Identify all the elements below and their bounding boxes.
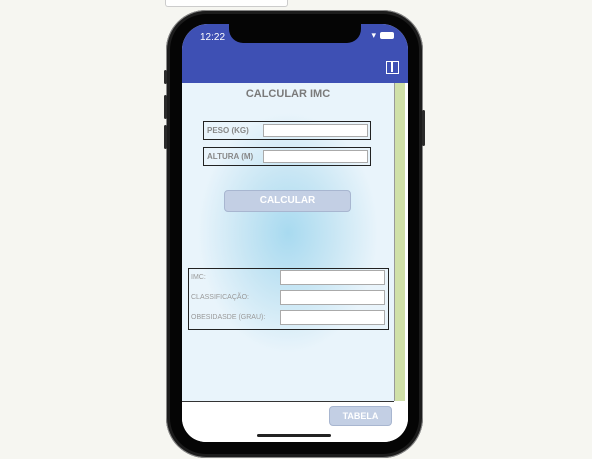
window-strip — [165, 0, 288, 7]
obesity-output[interactable] — [280, 310, 385, 325]
result-row: CLASSIFICAÇÃO: — [189, 290, 388, 306]
height-label: ALTURA (M) — [207, 152, 254, 161]
height-input[interactable] — [263, 150, 368, 163]
book-icon[interactable] — [386, 61, 399, 74]
status-icons: ▾ — [371, 30, 394, 41]
power-button — [422, 110, 425, 146]
volume-down-button — [164, 125, 167, 149]
imc-label: IMC: — [191, 274, 206, 281]
obesity-label: OBESIDASDE (GRAU): — [191, 314, 266, 321]
results-panel: IMC: CLASSIFICAÇÃO: OBESIDASDE (GRAU): — [188, 268, 389, 330]
battery-icon — [380, 32, 394, 39]
height-row: ALTURA (M) — [203, 147, 371, 166]
status-time: 12:22 — [200, 32, 226, 43]
imc-output[interactable] — [280, 270, 385, 285]
weight-row: PESO (KG) — [203, 121, 371, 140]
table-button[interactable]: TABELA — [329, 406, 392, 426]
result-row: IMC: — [189, 270, 388, 286]
weight-label: PESO (KG) — [207, 126, 249, 135]
scrollbar[interactable] — [394, 83, 405, 401]
wifi-icon: ▾ — [371, 30, 376, 40]
volume-up-button — [164, 95, 167, 119]
calculate-button[interactable]: CALCULAR — [224, 190, 351, 212]
home-indicator[interactable] — [257, 434, 331, 437]
page-title: CALCULAR IMC — [245, 88, 331, 100]
notch — [229, 24, 361, 43]
app-header: 12:22 ▾ — [182, 24, 408, 83]
weight-input[interactable] — [263, 124, 368, 137]
footer-bar: TABELA — [182, 402, 408, 442]
volume-button — [164, 70, 167, 84]
classification-output[interactable] — [280, 290, 385, 305]
phone-screen: 12:22 ▾ CALCULAR IMC PESO (KG) ALTURA (M… — [182, 24, 408, 442]
result-row: OBESIDASDE (GRAU): — [189, 310, 388, 326]
classification-label: CLASSIFICAÇÃO: — [191, 294, 249, 301]
